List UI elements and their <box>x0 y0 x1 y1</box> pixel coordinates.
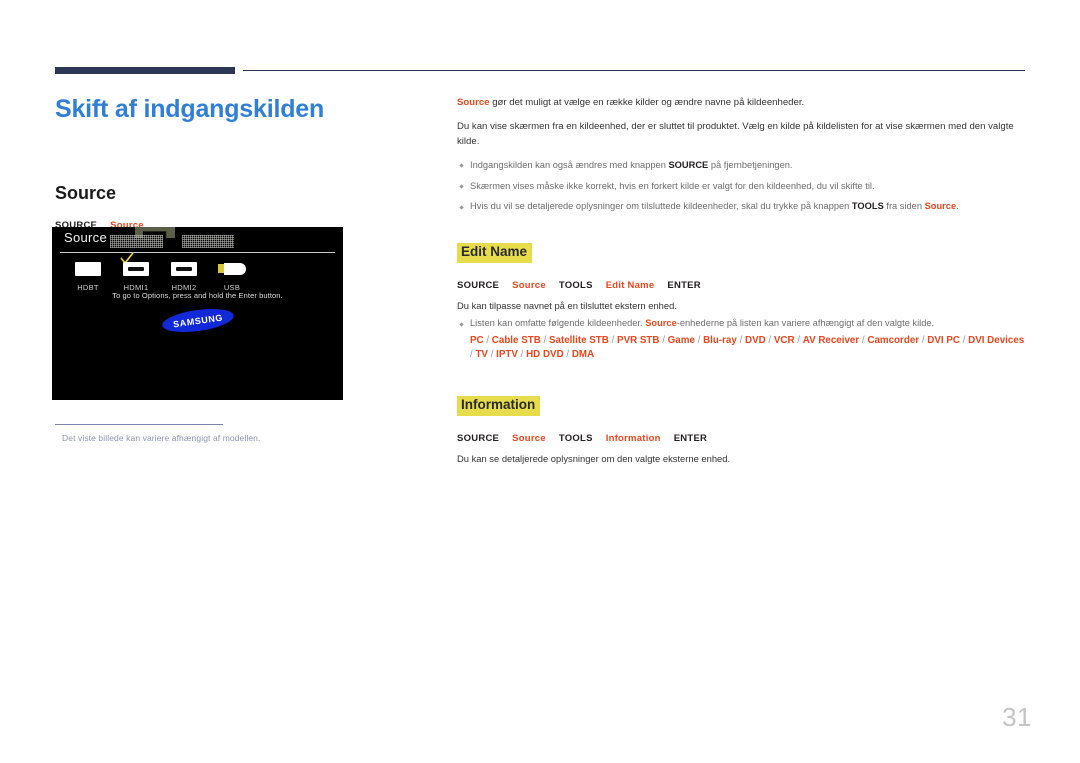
edit-name-description: Du kan tilpasse navnet på en tilsluttet … <box>457 300 677 312</box>
device-name: HD DVD <box>526 349 564 361</box>
keypath-step-4: Edit Name <box>605 280 655 292</box>
tv-input-hdmi1[interactable]: HDMI1 <box>112 259 160 292</box>
tv-options-hint: To go to Options, press and hold the Ent… <box>112 291 283 300</box>
device-separator: / <box>540 335 549 347</box>
samsung-logo: SAMSUNG <box>160 305 236 336</box>
device-separator: / <box>517 349 527 361</box>
bullet-text-post: -enhederne på listen kan variere afhængi… <box>676 318 935 329</box>
tv-input-list: HDBT HDMI1 HDMI2 USB <box>64 259 334 292</box>
device-name: DVD <box>745 335 766 347</box>
edit-name-bullet-list: Listen kan omfatte følgende kildeenheder… <box>457 317 1025 362</box>
bullet-text-red: Source <box>645 318 677 329</box>
device-separator: / <box>794 335 803 347</box>
device-name: PVR STB <box>617 335 660 347</box>
list-item: Listen kan omfatte følgende kildeenheder… <box>457 317 1025 362</box>
bullet-text-post: på fjernbetjeningen. <box>708 159 793 170</box>
bullet-text-pre: Skærmen vises måske ikke korrekt, hvis e… <box>470 180 875 191</box>
tv-divider <box>60 252 335 253</box>
keypath-step-2: Source <box>512 432 546 444</box>
device-separator: / <box>487 349 497 361</box>
tv-topbar: Source <box>52 227 343 253</box>
device-separator: / <box>959 335 969 347</box>
keypath-step-1: SOURCE <box>457 280 500 292</box>
bullet-text-pre: Listen kan omfatte følgende kildeenheder… <box>470 318 646 329</box>
paragraph-2: Du kan vise skærmen fra en kildeenhed, d… <box>457 120 1014 147</box>
hdmi-port-icon <box>160 259 208 279</box>
intro-bullet-list: Indgangskilden kan også ændres med knapp… <box>457 159 1025 215</box>
left-column: Skift af indgangskilden Source SOURCE Sou… <box>55 95 420 231</box>
image-caption: Det viste billede kan variere afhængigt … <box>62 433 261 443</box>
bullet-text-post: fra siden <box>883 201 925 212</box>
samsung-logo-text: SAMSUNG <box>172 312 224 329</box>
device-name: Satellite STB <box>548 335 609 347</box>
header-rule-thin <box>243 70 1025 72</box>
device-name: VCR <box>773 335 795 347</box>
device-separator: / <box>736 335 746 347</box>
heading-information: Information <box>457 395 541 416</box>
keypath-step-5: ENTER <box>673 432 708 444</box>
usb-port-icon <box>208 259 256 279</box>
device-name: Camcorder <box>867 335 920 347</box>
device-name: Blu-ray <box>703 335 737 347</box>
caption-divider <box>55 424 223 426</box>
right-column: Source gør det muligt at vælge en række … <box>457 96 1025 466</box>
tv-input-hdmi2[interactable]: HDMI2 <box>160 259 208 292</box>
device-separator: / <box>765 335 774 347</box>
list-item: Skærmen vises måske ikke korrekt, hvis e… <box>457 180 1025 194</box>
device-name: DVI Devices <box>968 335 1025 347</box>
device-name: PC <box>470 335 484 347</box>
device-name: AV Receiver <box>802 335 860 347</box>
tv-dither-block-left <box>110 235 163 248</box>
edit-name-keypath: SOURCE Source TOOLS Edit Name ENTER <box>457 280 1025 291</box>
device-separator: / <box>563 349 572 361</box>
keypath-step-4: Information <box>605 432 661 444</box>
page-title: Skift af indgangskilden <box>55 95 325 123</box>
tv-dither-block-right <box>182 235 234 248</box>
keypath-step-3: TOOLS <box>558 280 593 292</box>
intro-lead-red: Source <box>457 97 490 108</box>
device-name: DVI PC <box>927 335 960 347</box>
device-separator: / <box>608 335 618 347</box>
bullet-text-bold: TOOLS <box>851 201 884 212</box>
intro-paragraph: Source gør det muligt at vælge en række … <box>457 96 1025 111</box>
bullet-text-pre: Indgangskilden kan også ændres med knapp… <box>470 159 669 170</box>
tv-input-hdbt[interactable]: HDBT <box>64 259 112 292</box>
heading-edit-name: Edit Name <box>457 243 533 264</box>
hdmi-port-icon <box>112 259 160 279</box>
supported-device-list: PC / Cable STB / Satellite STB / PVR STB… <box>470 334 1025 362</box>
device-name: DMA <box>571 349 595 361</box>
device-separator: / <box>659 335 668 347</box>
bullet-text-tail-end: . <box>956 201 959 212</box>
keypath-step-5: ENTER <box>667 280 701 292</box>
bullet-text-tail-red: Source <box>924 201 957 212</box>
device-name: Game <box>667 335 695 347</box>
intro-lead-rest: gør det muligt at vælge en række kilder … <box>489 97 805 108</box>
bullet-text-pre: Hvis du vil se detaljerede oplysninger o… <box>470 201 852 212</box>
hdbt-port-icon <box>64 259 112 279</box>
information-description: Du kan se detaljerede oplysninger om den… <box>457 452 731 464</box>
page-number: 31 <box>1002 702 1032 732</box>
device-name: IPTV <box>496 349 518 361</box>
keypath-step-2: Source <box>512 280 546 292</box>
device-name: Cable STB <box>491 335 541 347</box>
section-title-source: Source <box>55 182 117 203</box>
list-item: Indgangskilden kan også ændres med knapp… <box>457 159 1025 173</box>
tv-source-screenshot: Source HDBT HDMI1 HDMI2 USB To go to Opt… <box>52 227 343 400</box>
device-name: TV <box>475 349 488 361</box>
page-header-rules <box>0 0 1080 90</box>
tv-input-usb[interactable]: USB <box>208 259 256 292</box>
manual-page: { "colors": { "title_blue": "#2f7fd6", "… <box>0 0 1080 763</box>
header-rule-thick <box>55 67 235 74</box>
bullet-text-bold: SOURCE <box>668 159 709 170</box>
information-keypath: SOURCE Source TOOLS Information ENTER <box>457 433 1025 444</box>
device-separator: / <box>483 335 492 347</box>
keypath-step-1: SOURCE <box>457 432 500 444</box>
tv-source-title: Source <box>64 230 107 245</box>
keypath-step-3: TOOLS <box>558 432 593 444</box>
device-separator: / <box>694 335 704 347</box>
list-item: Hvis du vil se detaljerede oplysninger o… <box>457 200 1025 214</box>
